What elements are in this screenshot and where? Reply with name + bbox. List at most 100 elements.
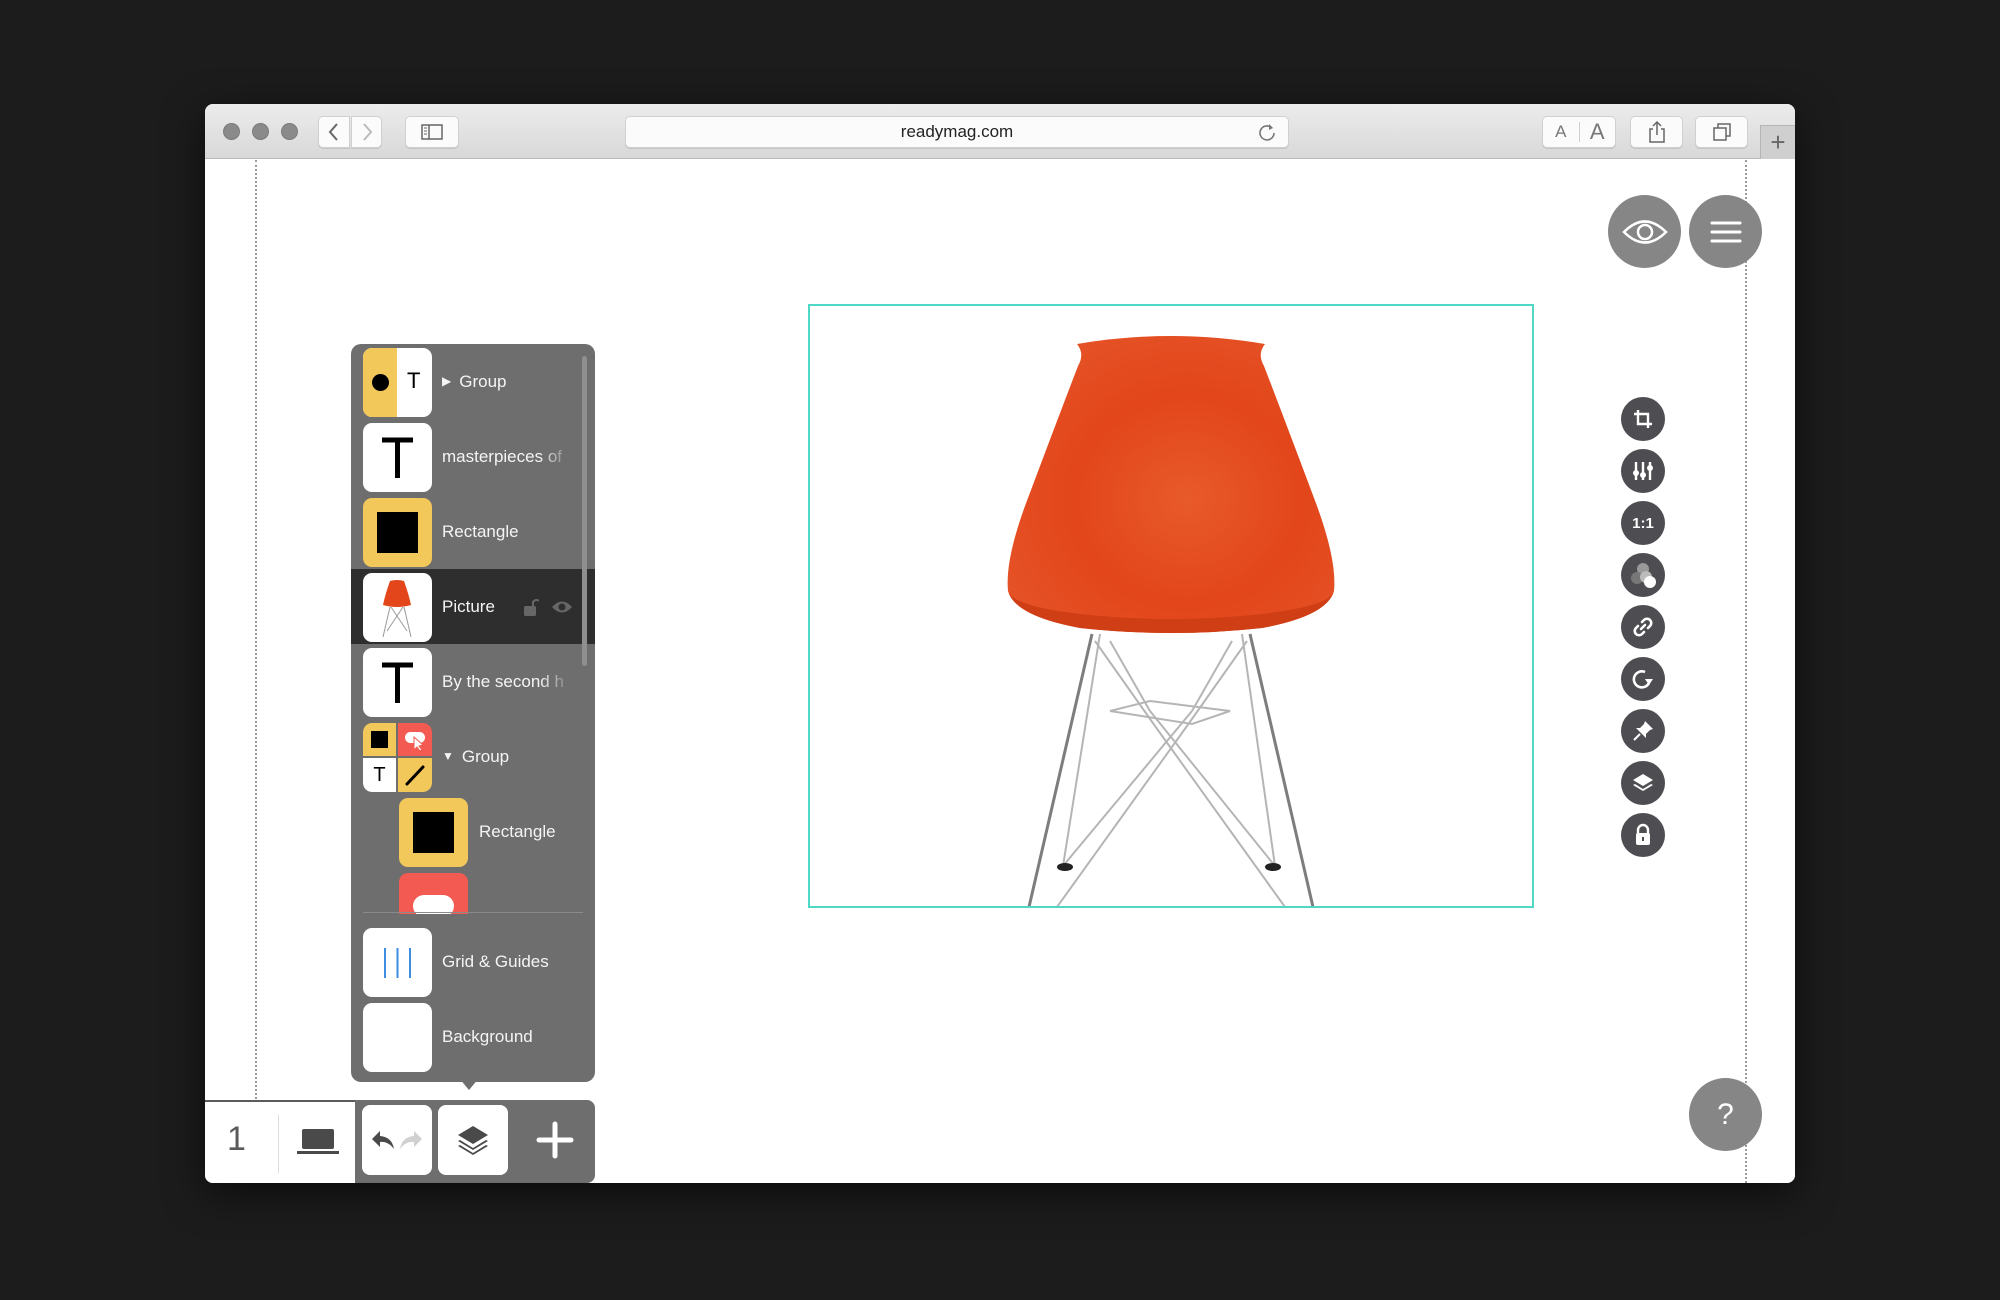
minimize-window-button[interactable] — [252, 123, 269, 140]
text-size-buttons: A A — [1542, 116, 1616, 148]
sidebar-toggle-button[interactable] — [405, 116, 459, 148]
pin-button[interactable] — [1621, 709, 1665, 753]
filters-button[interactable] — [1621, 553, 1665, 597]
background-item[interactable]: Background — [351, 999, 595, 1074]
layers-icon — [1633, 774, 1653, 791]
visibility-eye-icon[interactable] — [551, 600, 573, 614]
chair-image — [1007, 336, 1335, 951]
address-url: readymag.com — [900, 122, 1014, 141]
address-bar[interactable]: readymag.com — [625, 116, 1289, 148]
text-thumbnail — [363, 423, 432, 492]
aspect-ratio-button[interactable]: 1:1 — [1621, 501, 1665, 545]
add-widget-button[interactable] — [520, 1105, 590, 1175]
square-icon — [413, 812, 454, 853]
forward-button[interactable] — [351, 116, 382, 148]
square-icon — [377, 512, 418, 553]
undo-icon[interactable] — [370, 1129, 396, 1151]
chevron-right-icon — [362, 123, 372, 141]
new-tab-button[interactable]: + — [1760, 125, 1795, 159]
layers-divider — [363, 912, 583, 913]
toolbar-divider — [278, 1115, 279, 1173]
decrease-text-size-button[interactable]: A — [1543, 122, 1580, 142]
browser-window: readymag.com A A + 1:1 ? T ▶ Group maste… — [205, 104, 1795, 1183]
layer-label: Picture — [442, 596, 495, 616]
rotate-icon — [1632, 670, 1653, 689]
layers-stack-icon — [458, 1126, 488, 1155]
layers-scrollbar[interactable] — [582, 356, 587, 666]
text-icon: T — [363, 758, 396, 792]
layer-label: Rectangle — [442, 521, 519, 541]
line-icon — [398, 758, 432, 792]
help-button[interactable]: ? — [1689, 1078, 1762, 1151]
adjust-button[interactable] — [1621, 449, 1665, 493]
layer-label: Group — [461, 746, 510, 766]
selected-picture-widget[interactable] — [808, 304, 1534, 951]
main-menu-button[interactable] — [1689, 195, 1762, 268]
layer-label: By the second h — [442, 671, 564, 691]
group-thumbnail: T — [363, 348, 432, 417]
link-button[interactable] — [1621, 605, 1665, 649]
share-button[interactable] — [1630, 116, 1683, 148]
redo-icon[interactable] — [398, 1129, 424, 1151]
group-thumbnail: T — [363, 723, 432, 792]
rectangle-thumbnail — [363, 498, 432, 567]
layer-item[interactable] — [351, 869, 595, 914]
background-thumbnail — [363, 1003, 432, 1072]
layer-item[interactable]: masterpieces of — [351, 419, 595, 494]
layer-item-selected[interactable]: Picture — [351, 569, 595, 644]
increase-text-size-button[interactable]: A — [1580, 119, 1616, 145]
layer-item[interactable]: Rectangle — [351, 494, 595, 569]
text-icon — [382, 662, 413, 703]
circle-icon — [372, 374, 389, 391]
link-icon — [1633, 617, 1653, 637]
background-label: Background — [442, 1026, 533, 1046]
chevron-left-icon — [328, 123, 338, 141]
expand-caret-icon[interactable]: ▶ — [442, 374, 451, 388]
layers-list[interactable]: T ▶ Group masterpieces of Rectangle Pict… — [351, 344, 595, 914]
layer-label: Group — [459, 371, 507, 391]
bottom-toolbar: 1 — [205, 1100, 595, 1183]
editor-canvas[interactable]: 1:1 ? T ▶ Group masterpieces of Rectangl… — [205, 160, 1795, 1183]
unlock-icon[interactable] — [523, 597, 539, 617]
picture-thumbnail — [363, 573, 432, 642]
laptop-icon — [297, 1129, 339, 1154]
plus-icon — [536, 1121, 574, 1159]
grid-thumbnail — [363, 928, 432, 997]
page-number[interactable]: 1 — [227, 1120, 246, 1159]
device-switcher-button[interactable] — [297, 1126, 339, 1161]
grid-guides-item[interactable]: Grid & Guides — [351, 924, 595, 999]
layer-item[interactable]: Rectangle — [351, 794, 595, 869]
sidebar-icon — [421, 124, 443, 140]
rectangle-thumbnail — [399, 798, 468, 867]
button-widget-icon — [398, 723, 432, 756]
back-button[interactable] — [318, 116, 350, 148]
adjust-sliders-icon — [1633, 462, 1653, 480]
lock-button[interactable] — [1621, 813, 1665, 857]
text-icon — [382, 437, 413, 478]
layer-label: masterpieces of — [442, 446, 562, 466]
layer-label: Rectangle — [479, 821, 556, 841]
show-tabs-button[interactable] — [1695, 116, 1748, 148]
layer-item[interactable]: By the second h — [351, 644, 595, 719]
panel-pointer — [459, 1078, 479, 1090]
crop-button[interactable] — [1621, 397, 1665, 441]
arrange-layers-button[interactable] — [1621, 761, 1665, 805]
chair-thumbnail-icon — [382, 580, 412, 638]
collapse-caret-icon[interactable]: ▼ — [442, 749, 454, 763]
rotate-button[interactable] — [1621, 657, 1665, 701]
left-guide-line — [255, 160, 257, 1183]
layer-item[interactable]: T ▶ Group — [351, 344, 595, 419]
button-thumbnail — [399, 873, 468, 914]
layer-item[interactable]: T ▼ Group — [351, 719, 595, 794]
square-icon — [371, 731, 388, 748]
zoom-window-button[interactable] — [281, 123, 298, 140]
crop-icon — [1634, 410, 1652, 428]
preview-button[interactable] — [1608, 195, 1681, 268]
right-guide-line — [1745, 160, 1747, 1183]
lock-icon — [1636, 823, 1650, 845]
layers-toggle-button[interactable] — [438, 1105, 508, 1175]
pin-icon — [1633, 721, 1653, 741]
tabs-icon — [1712, 123, 1731, 141]
reload-icon[interactable] — [1256, 121, 1278, 143]
close-window-button[interactable] — [223, 123, 240, 140]
